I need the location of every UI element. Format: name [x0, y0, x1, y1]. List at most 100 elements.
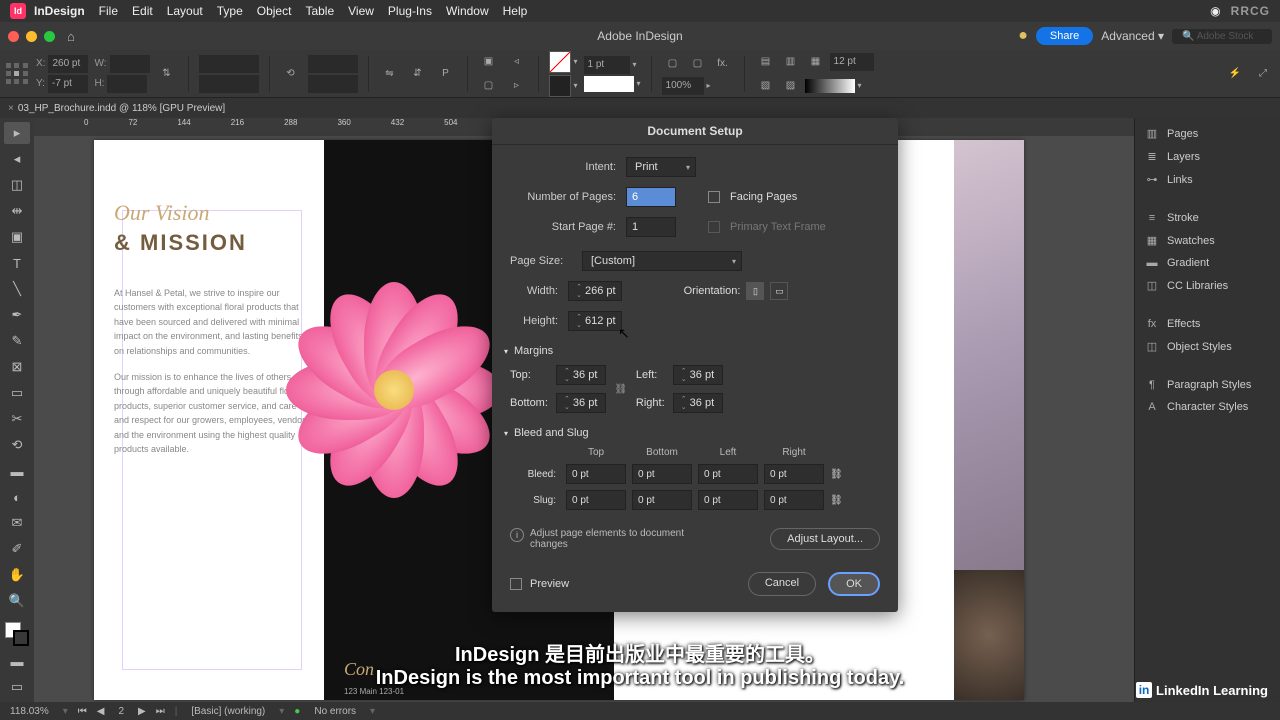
menu-plugins[interactable]: Plug-Ins: [388, 4, 432, 18]
prev-obj-icon[interactable]: ◃: [506, 51, 528, 73]
bleed-section-head[interactable]: Bleed and Slug: [504, 427, 880, 439]
page-tool-icon[interactable]: ◫: [4, 174, 30, 196]
panel-layers[interactable]: ≣Layers: [1135, 145, 1280, 168]
pagesize-select[interactable]: [Custom]: [582, 251, 742, 271]
gap-field[interactable]: 12 pt: [830, 53, 874, 71]
scale-y-field[interactable]: [199, 75, 259, 93]
menu-object[interactable]: Object: [257, 4, 292, 18]
menu-type[interactable]: Type: [217, 4, 243, 18]
x-field[interactable]: 260 pt: [48, 55, 88, 73]
page-nav-next-icon[interactable]: ▶: [138, 706, 146, 717]
width-field[interactable]: 266 pt: [568, 281, 622, 301]
select-content-icon[interactable]: ▢: [478, 75, 500, 97]
menu-window[interactable]: Window: [446, 4, 489, 18]
zoom-field[interactable]: 118.03%: [6, 706, 53, 717]
fill-swatch[interactable]: [549, 51, 571, 73]
panel-stroke[interactable]: ≡Stroke: [1135, 207, 1280, 229]
cc-icon[interactable]: ◉: [1210, 4, 1220, 18]
flip-h-icon[interactable]: ⇋: [379, 63, 401, 85]
adjust-layout-button[interactable]: Adjust Layout...: [770, 528, 880, 550]
panel-effects[interactable]: fxEffects: [1135, 313, 1280, 335]
menu-edit[interactable]: Edit: [132, 4, 153, 18]
wrap-bbox-icon[interactable]: ▥: [780, 51, 802, 73]
bleed-bottom-field[interactable]: 0 pt: [632, 464, 692, 484]
facing-pages-checkbox[interactable]: [708, 191, 720, 203]
zoom-tool-icon[interactable]: 🔍: [4, 590, 30, 612]
apply-color-icon[interactable]: ▬: [4, 650, 30, 672]
panel-paragraph-styles[interactable]: ¶Paragraph Styles: [1135, 374, 1280, 396]
scissors-tool-icon[interactable]: ✂: [4, 408, 30, 430]
eyedropper-tool-icon[interactable]: ✐: [4, 538, 30, 560]
feather-icon[interactable]: ▢: [687, 53, 709, 75]
wrap-none-icon[interactable]: ▤: [755, 51, 777, 73]
cancel-button[interactable]: Cancel: [748, 572, 816, 596]
maximize-window-icon[interactable]: [44, 31, 55, 42]
fill-stroke-icon[interactable]: [5, 622, 29, 646]
panel-character-styles[interactable]: ACharacter Styles: [1135, 396, 1280, 418]
quick-apply-icon[interactable]: ⚡: [1224, 63, 1246, 85]
tab-close-icon[interactable]: ×: [8, 103, 14, 114]
bleed-top-field[interactable]: 0 pt: [566, 464, 626, 484]
page-nav-prev-icon[interactable]: ◀: [97, 706, 105, 717]
fx-icon[interactable]: fx.: [712, 53, 734, 75]
rotate-icon[interactable]: ⟲: [280, 63, 302, 85]
menu-help[interactable]: Help: [503, 4, 528, 18]
stroke-swatch[interactable]: [549, 75, 571, 97]
slug-top-field[interactable]: 0 pt: [566, 490, 626, 510]
start-page-field[interactable]: 1: [626, 217, 676, 237]
control-menu-icon[interactable]: ⤢: [1252, 63, 1274, 85]
gap-tool-icon[interactable]: ⇹: [4, 200, 30, 222]
page-field[interactable]: 2: [114, 706, 128, 717]
workspace-switcher[interactable]: Advanced ▾: [1101, 29, 1164, 43]
orientation-portrait-icon[interactable]: ▯: [746, 282, 764, 300]
selection-tool-icon[interactable]: ▸: [4, 122, 30, 144]
menu-layout[interactable]: Layout: [167, 4, 203, 18]
close-window-icon[interactable]: [8, 31, 19, 42]
orientation-landscape-icon[interactable]: ▭: [770, 282, 788, 300]
next-obj-icon[interactable]: ▹: [506, 75, 528, 97]
view-mode-icon[interactable]: ▭: [4, 676, 30, 698]
opacity-field[interactable]: 100%: [662, 77, 704, 95]
w-field[interactable]: [110, 55, 150, 73]
slug-left-field[interactable]: 0 pt: [698, 490, 758, 510]
pages-field[interactable]: 6: [626, 187, 676, 207]
wrap-jump-icon[interactable]: ▧: [755, 75, 777, 97]
note-tool-icon[interactable]: ✉: [4, 512, 30, 534]
rectangle-tool-icon[interactable]: ▭: [4, 382, 30, 404]
panel-gradient[interactable]: ▬Gradient: [1135, 252, 1280, 274]
document-tab[interactable]: × 03_HP_Brochure.indd @ 118% [GPU Previe…: [0, 98, 1280, 118]
margin-bottom-field[interactable]: 36 pt: [556, 393, 606, 413]
bleed-right-field[interactable]: 0 pt: [764, 464, 824, 484]
menu-file[interactable]: File: [99, 4, 118, 18]
rotate-field[interactable]: [308, 55, 358, 73]
margin-left-field[interactable]: 36 pt: [673, 365, 723, 385]
wrap-col-icon[interactable]: ▨: [780, 75, 802, 97]
pen-tool-icon[interactable]: ✒: [4, 304, 30, 326]
link-slug-icon[interactable]: ⛓: [830, 495, 850, 506]
gradient-swatch[interactable]: [805, 79, 855, 93]
wrap-shape-icon[interactable]: ▦: [805, 51, 827, 73]
link-bleed-icon[interactable]: ⛓: [830, 469, 850, 480]
line-tool-icon[interactable]: ╲: [4, 278, 30, 300]
page-nav-first-icon[interactable]: ⏮: [78, 706, 87, 717]
shear-field[interactable]: [308, 75, 358, 93]
hand-tool-icon[interactable]: ✋: [4, 564, 30, 586]
height-field[interactable]: 612 pt: [568, 311, 622, 331]
share-button[interactable]: Share: [1036, 27, 1093, 45]
drop-shadow-icon[interactable]: ▢: [662, 53, 684, 75]
slug-bottom-field[interactable]: 0 pt: [632, 490, 692, 510]
stroke-weight-field[interactable]: 1 pt: [584, 56, 630, 74]
panel-cclibraries[interactable]: ◫CC Libraries: [1135, 274, 1280, 297]
select-container-icon[interactable]: ▣: [478, 51, 500, 73]
y-field[interactable]: -7 pt: [48, 75, 88, 93]
panel-object-styles[interactable]: ◫Object Styles: [1135, 335, 1280, 358]
preview-checkbox[interactable]: [510, 578, 522, 590]
stroke-style[interactable]: [584, 76, 634, 92]
panel-pages[interactable]: ▥Pages: [1135, 122, 1280, 145]
menu-view[interactable]: View: [348, 4, 374, 18]
errors-status[interactable]: No errors: [310, 706, 360, 717]
type-tool-icon[interactable]: T: [4, 252, 30, 274]
direct-selection-tool-icon[interactable]: ◂: [4, 148, 30, 170]
pencil-tool-icon[interactable]: ✎: [4, 330, 30, 352]
link-margins-icon[interactable]: ⛓: [614, 384, 628, 395]
